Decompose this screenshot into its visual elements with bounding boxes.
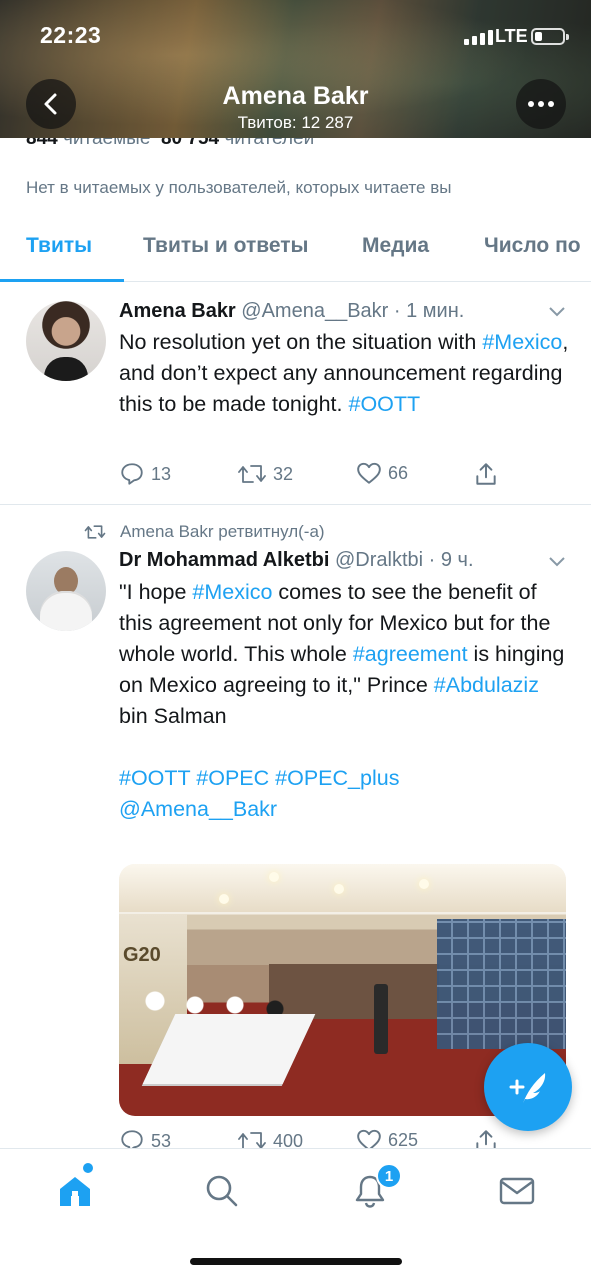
- hashtag-link[interactable]: #OPEC: [196, 766, 269, 790]
- header-title: Amena Bakr Твитов: 12 287: [0, 82, 591, 133]
- tab-media[interactable]: Медиа: [362, 234, 429, 258]
- notifications-badge: 1: [376, 1163, 402, 1189]
- retweet-icon: [84, 525, 106, 539]
- retweet-count: 32: [273, 463, 294, 484]
- reply-icon: [121, 463, 143, 485]
- home-icon: [60, 1177, 90, 1206]
- hashtag-link[interactable]: #Mexico: [482, 330, 562, 354]
- followers-you-know-note: Нет в читаемых у пользователей, которых …: [26, 178, 452, 197]
- active-tab-indicator: [0, 279, 124, 282]
- tab-tweets[interactable]: Твиты: [26, 234, 92, 258]
- like-count: 66: [388, 462, 409, 483]
- chevron-down-icon[interactable]: [548, 556, 566, 568]
- tweet-text-segment: "I hope: [119, 580, 193, 604]
- hashtag-link[interactable]: #OPEC_plus: [275, 766, 399, 790]
- author-name[interactable]: Dr Mohammad Alketbi: [119, 549, 329, 571]
- tab-search[interactable]: [202, 1171, 242, 1211]
- like-icon: [357, 462, 381, 484]
- hashtag-link[interactable]: #Mexico: [192, 580, 272, 604]
- tab-likes[interactable]: Число по: [484, 234, 581, 258]
- tab-messages[interactable]: [497, 1171, 537, 1211]
- mention-link[interactable]: @Amena__Bakr: [119, 797, 277, 821]
- tab-tweets-and-replies[interactable]: Твиты и ответы: [143, 234, 309, 258]
- reply-button[interactable]: 13: [119, 461, 171, 487]
- hashtag-link[interactable]: #OOTT: [348, 392, 420, 416]
- tweet-text-segment: No resolution yet on the situation with: [119, 330, 483, 354]
- more-icon: [528, 101, 554, 107]
- hashtag-link[interactable]: #agreement: [353, 642, 468, 666]
- retweet-context: Amena Bakr ретвитнул(-а): [84, 522, 325, 542]
- author-name[interactable]: Amena Bakr: [119, 300, 236, 322]
- avatar[interactable]: [26, 551, 106, 631]
- author-handle-time: @Dralktbi · 9 ч.: [334, 549, 474, 571]
- retweet-context-label[interactable]: Amena Bakr ретвитнул(-а): [120, 522, 325, 542]
- status-bar: 22:23 LTE: [0, 0, 591, 72]
- tweet-header: Amena Bakr @Amena__Bakr · 1 мин.: [119, 300, 464, 323]
- author-handle-time: @Amena__Bakr · 1 мин.: [241, 300, 465, 322]
- mail-icon: [499, 1177, 535, 1205]
- retweet-icon: [238, 465, 266, 483]
- profile-tabs: Твиты Твиты и ответы Медиа Число по: [0, 222, 591, 282]
- tweet-text-segment: bin Salman: [119, 704, 227, 728]
- search-icon: [206, 1175, 238, 1207]
- tweet-header: Dr Mohammad Alketbi @Dralktbi · 9 ч.: [119, 549, 474, 572]
- chevron-down-icon[interactable]: [548, 306, 566, 318]
- reply-count: 13: [151, 463, 172, 484]
- profile-name: Amena Bakr: [222, 82, 369, 110]
- battery-icon: [531, 28, 569, 45]
- like-button[interactable]: 66: [356, 461, 408, 485]
- profile-header-banner: 22:23 LTE Amena Bakr Твитов: 12 287: [0, 0, 591, 138]
- network-type: LTE: [495, 26, 528, 46]
- hashtag-link[interactable]: #OOTT: [119, 766, 190, 790]
- tweet-divider: [0, 504, 591, 505]
- retweet-button[interactable]: 32: [237, 461, 293, 487]
- tweet-text: "I hope #Mexico comes to see the benefit…: [119, 577, 571, 825]
- more-button[interactable]: [516, 79, 566, 129]
- share-button[interactable]: [473, 461, 499, 487]
- home-unread-dot: [83, 1163, 93, 1173]
- signal-icon: [464, 29, 493, 45]
- share-icon: [476, 463, 496, 485]
- tweet-count: Твитов: 12 287: [237, 113, 354, 132]
- tweet-actions: 13 32 66: [119, 461, 559, 491]
- tab-home[interactable]: [55, 1171, 95, 1211]
- hashtag-link[interactable]: #Abdulaziz: [434, 673, 539, 697]
- home-indicator: [190, 1258, 402, 1265]
- tweet-text: No resolution yet on the situation with …: [119, 327, 571, 420]
- compose-tweet-button[interactable]: [484, 1043, 572, 1131]
- avatar[interactable]: [26, 301, 106, 381]
- status-time: 22:23: [40, 22, 102, 48]
- compose-icon: [509, 1073, 546, 1103]
